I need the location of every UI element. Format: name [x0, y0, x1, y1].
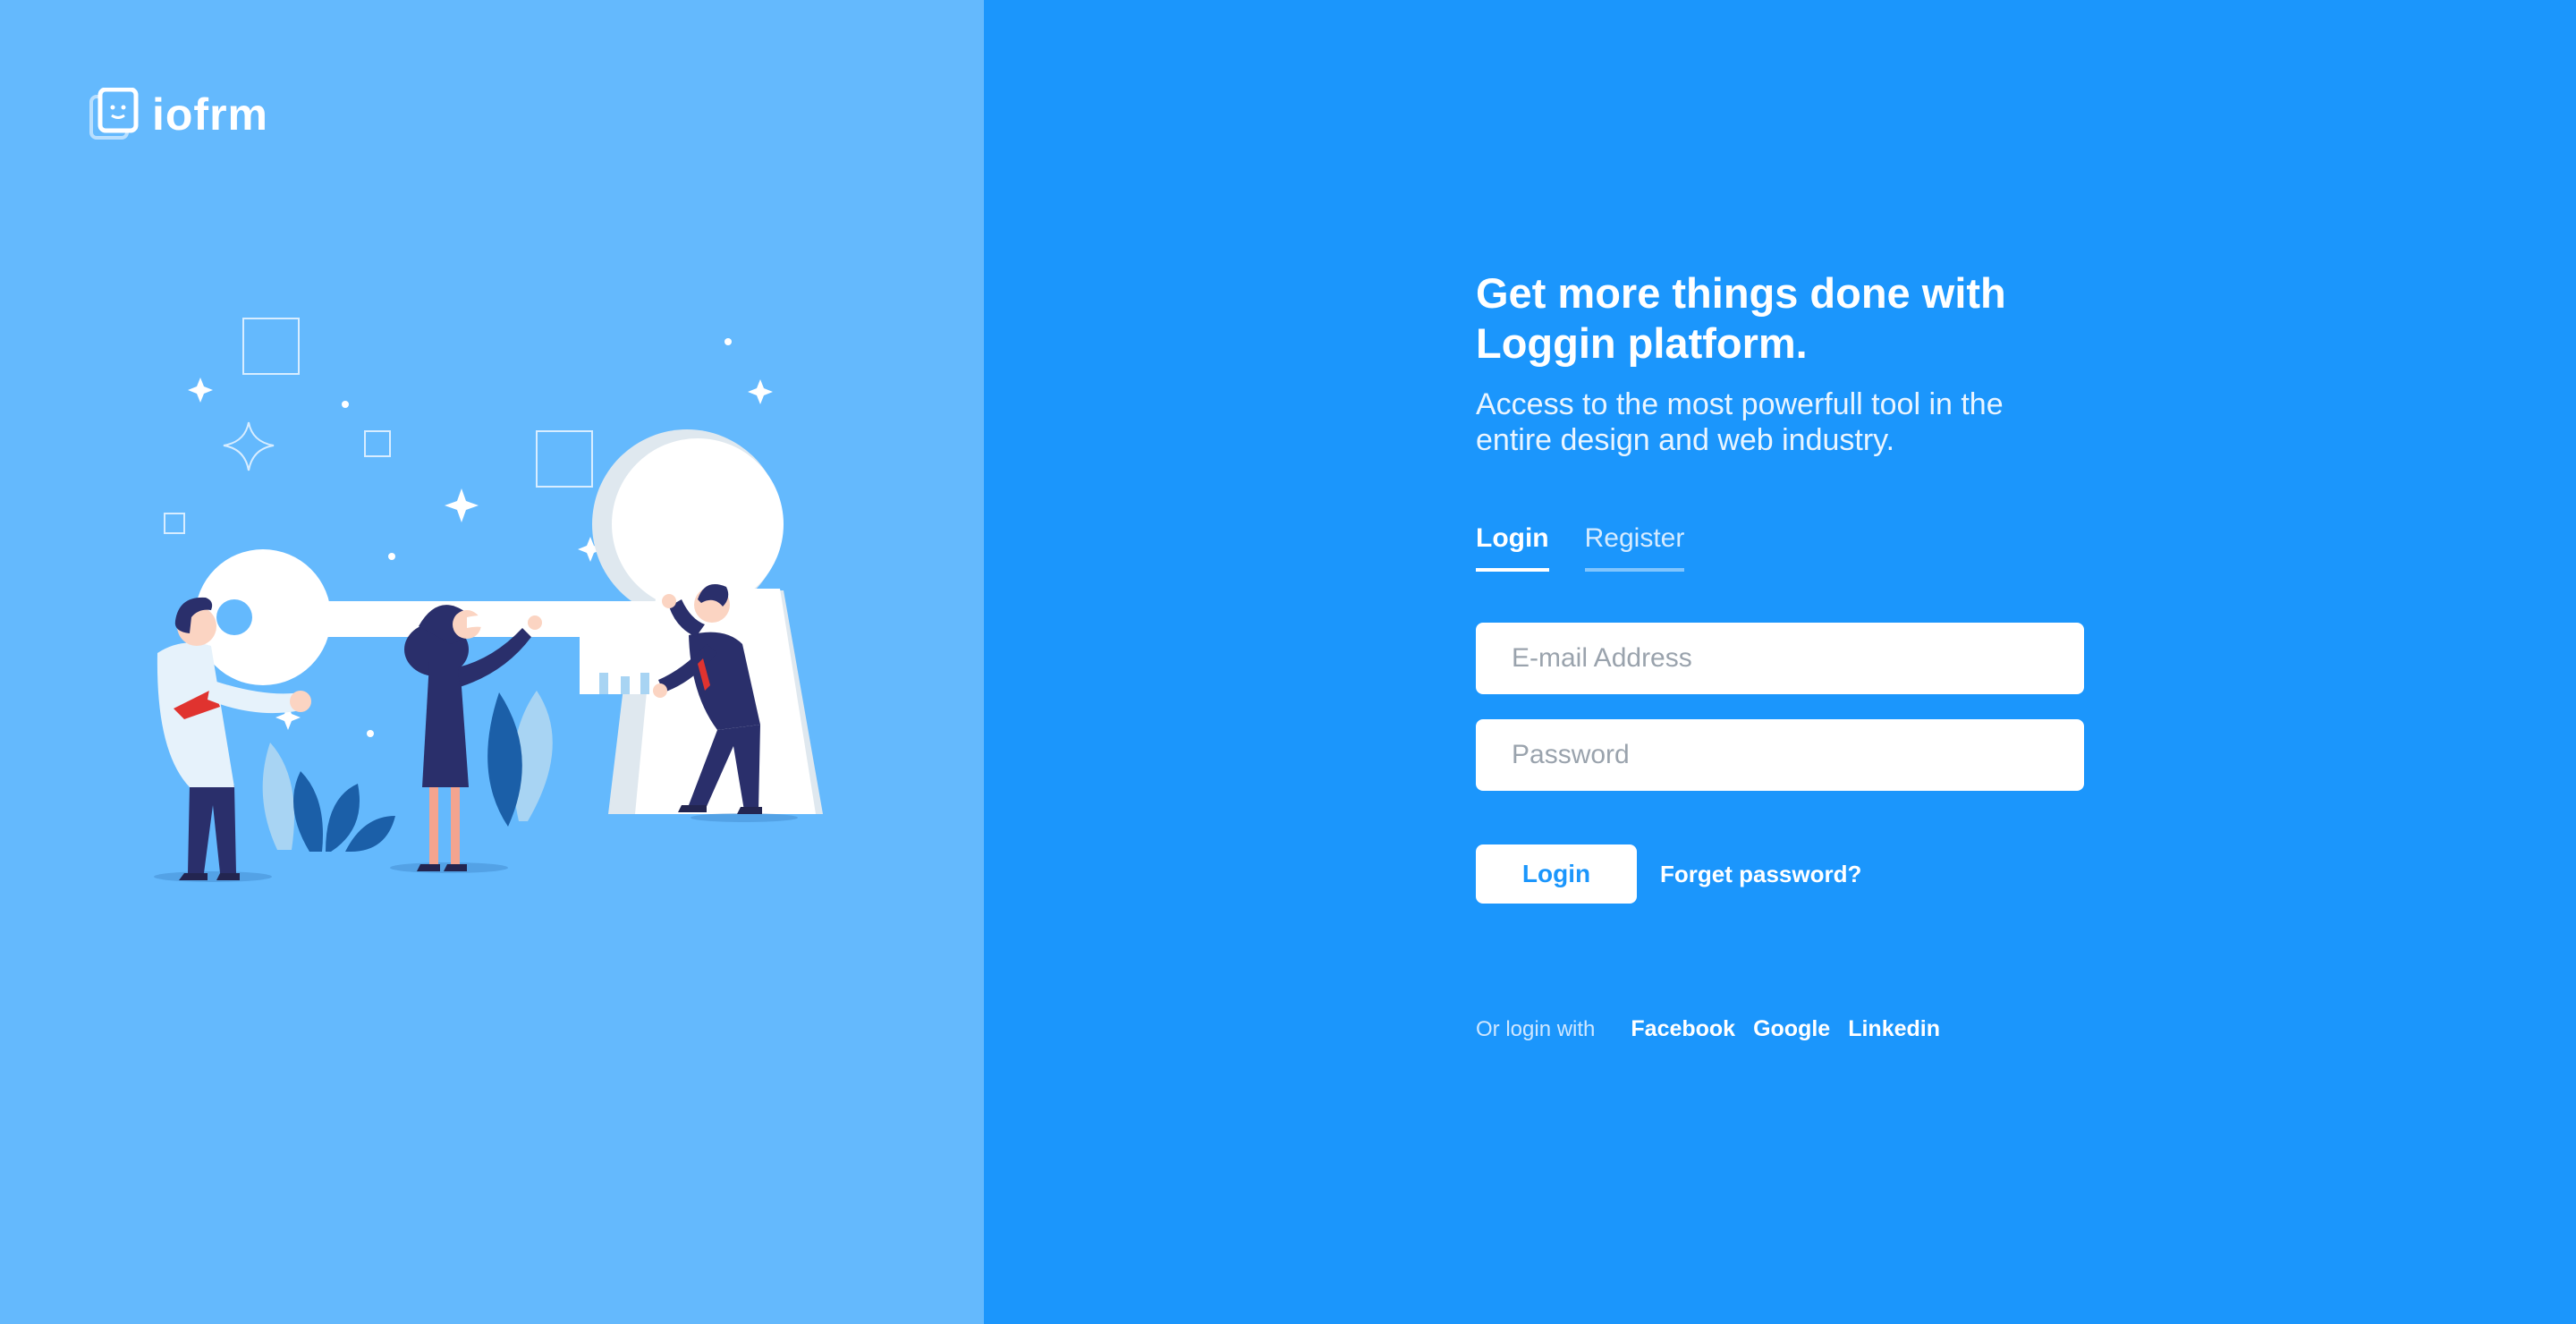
email-field[interactable]	[1476, 623, 2084, 694]
social-login-label: Or login with	[1476, 1016, 1596, 1041]
left-panel: iofrm	[0, 0, 984, 1324]
logo-icon	[89, 88, 139, 140]
logo[interactable]: iofrm	[89, 88, 268, 141]
brand-name: iofrm	[152, 89, 268, 140]
tab-login[interactable]: Login	[1476, 523, 1549, 572]
facebook-link[interactable]: Facebook	[1631, 1016, 1735, 1042]
tab-register[interactable]: Register	[1584, 523, 1685, 572]
key-keyhole-team-illustration	[154, 318, 823, 882]
form-actions: Login Forget password?	[1476, 844, 1861, 904]
social-login: Or login with Facebook Google Linkedin	[1476, 1016, 1958, 1042]
login-button[interactable]: Login	[1476, 844, 1637, 904]
auth-tabs: Login Register	[1476, 523, 1685, 572]
password-field[interactable]	[1476, 719, 2084, 791]
page-title: Get more things done with Loggin platfor…	[1476, 269, 2006, 367]
linkedin-link[interactable]: Linkedin	[1848, 1016, 1940, 1042]
login-form-container: Get more things done with Loggin platfor…	[1476, 268, 2102, 1041]
right-panel: Get more things done with Loggin platfor…	[984, 0, 2576, 1324]
forgot-password-link[interactable]: Forget password?	[1660, 861, 1861, 888]
google-link[interactable]: Google	[1753, 1016, 1830, 1042]
page-subtitle: Access to the most powerfull tool in the…	[1476, 387, 2004, 457]
